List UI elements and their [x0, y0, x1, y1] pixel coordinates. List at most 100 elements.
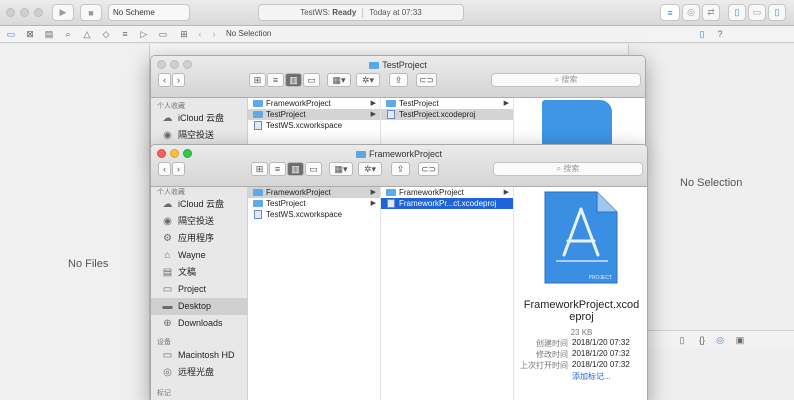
chevron-right-icon: ▶	[503, 100, 509, 107]
list-item[interactable]: FrameworkProject ▶	[248, 98, 380, 109]
sidebar-item-downloads[interactable]: ⊕ Downloads	[151, 315, 248, 332]
add-tags-link[interactable]: 添加标记...	[572, 371, 611, 382]
sidebar-item-airdrop[interactable]: ◉ 隔空投送	[151, 127, 248, 144]
xcodeproj-preview-icon: PROJECT	[544, 191, 618, 284]
group-button[interactable]: ▦▾	[329, 162, 353, 176]
finder-sidebar: 个人收藏 ☁ iCloud 云盘 ◉ 隔空投送	[151, 98, 248, 149]
action-button[interactable]: ✲▾	[358, 162, 382, 176]
group-button[interactable]: ▦▾	[327, 73, 351, 87]
related-items-icon[interactable]: ⊞	[178, 28, 190, 40]
back-button[interactable]: ‹	[158, 162, 171, 176]
inspector-toggle[interactable]: ▯	[768, 4, 786, 21]
finder-titlebar: FrameworkProject ‹ › ⊞ ≡ ▥ ▭ ▦▾ ✲▾ ⇪ ⊂⊃ …	[151, 145, 647, 187]
airdrop-icon: ◉	[163, 216, 172, 227]
desktop-icon: ▬	[162, 301, 173, 312]
forward-button[interactable]: ›	[172, 73, 185, 87]
symbol-icon[interactable]: ▤	[43, 28, 55, 40]
finder-window-testproject: TestProject ‹ › ⊞ ≡ ▥ ▭ ▦▾ ✲▾ ⇪ ⊂⊃ ⌕ 搜索 …	[150, 55, 646, 150]
sidebar-item-macintosh-hd[interactable]: ▭ Macintosh HD	[151, 347, 248, 364]
window-zoom-button[interactable]	[34, 8, 43, 17]
scheme-selector[interactable]: No Scheme	[108, 4, 190, 21]
object-library-icon[interactable]: ◎	[714, 334, 726, 346]
sidebar-item-project[interactable]: ▭ Project	[151, 281, 248, 298]
list-item[interactable]: FrameworkProject ▶	[381, 187, 513, 198]
view-icons-button[interactable]: ⊞	[251, 162, 268, 176]
forward-icon[interactable]: ›	[208, 28, 220, 40]
search-icon[interactable]: ⌕	[62, 28, 74, 40]
code-snippet-icon[interactable]: {}	[696, 334, 708, 346]
test-icon[interactable]: ◇	[100, 28, 112, 40]
back-button[interactable]: ‹	[158, 73, 171, 87]
help-icon[interactable]: ?	[714, 28, 726, 40]
library-bar: ▯ {} ◎ ▣	[628, 330, 794, 348]
list-item[interactable]: TestProject ▶	[248, 198, 380, 209]
list-item[interactable]: FrameworkPr...ct.xcodeproj	[381, 198, 513, 209]
view-list-button[interactable]: ≡	[267, 73, 284, 87]
list-item[interactable]: TestWS.xcworkspace	[248, 209, 380, 220]
debug-toggle[interactable]: ▭	[748, 4, 766, 21]
debug-icon[interactable]: ≡	[119, 28, 131, 40]
source-control-icon[interactable]: ⊠	[24, 28, 36, 40]
breakpoint-icon[interactable]: ▷	[138, 28, 150, 40]
report-icon[interactable]: ▭	[157, 28, 169, 40]
list-item[interactable]: TestProject ▶	[248, 109, 380, 120]
folder-icon[interactable]: ▭	[5, 28, 17, 40]
workspace-file-icon	[254, 210, 262, 219]
sidebar-item-remote-disc[interactable]: ◎ 远程光盘	[151, 364, 248, 381]
sidebar-item-icloud[interactable]: ☁ iCloud 云盘	[151, 110, 248, 127]
list-item[interactable]: TestProject.xcodeproj	[381, 109, 513, 120]
assistant-editor-button[interactable]: ◎	[682, 4, 700, 21]
sidebar-item-documents[interactable]: ▤ 文稿	[151, 264, 248, 281]
run-button[interactable]: ▶	[52, 4, 74, 21]
forward-button[interactable]: ›	[172, 162, 185, 176]
standard-editor-button[interactable]: ≡	[660, 4, 680, 21]
share-icon: ⇪	[396, 163, 405, 174]
devices-header: 设备	[157, 339, 171, 346]
finder-column-2: FrameworkProject ▶ FrameworkPr...ct.xcode…	[381, 187, 514, 400]
tags-header: 标记	[157, 390, 171, 397]
navigator-toggle[interactable]: ▯	[728, 4, 746, 21]
window-close-button[interactable]	[6, 8, 15, 17]
scheme-label: No Scheme	[113, 8, 155, 17]
view-columns-button[interactable]: ▥	[287, 162, 304, 176]
document-icon: ▤	[162, 267, 173, 278]
back-icon[interactable]: ‹	[194, 28, 206, 40]
jump-bar-path[interactable]: No Selection	[226, 29, 271, 38]
view-gallery-button[interactable]: ▭	[305, 162, 322, 176]
sidebar-item-home[interactable]: ⌂ Wayne	[151, 247, 248, 264]
sidebar-item-desktop[interactable]: ▬ Desktop	[151, 298, 248, 315]
sidebar-item-airdrop[interactable]: ◉ 隔空投送	[151, 213, 248, 230]
chevron-right-icon: ›	[177, 164, 180, 174]
file-template-icon[interactable]: ▯	[676, 334, 688, 346]
list-item[interactable]: TestProject ▶	[381, 98, 513, 109]
disc-icon: ◎	[163, 367, 172, 378]
applications-icon: ⚙	[163, 233, 172, 244]
share-button[interactable]: ⇪	[389, 73, 408, 87]
list-item[interactable]: FrameworkProject ▶	[248, 187, 380, 198]
share-button[interactable]: ⇪	[391, 162, 410, 176]
preview-file-name: FrameworkProject.xcod eproj	[523, 299, 640, 323]
warning-icon[interactable]: △	[81, 28, 93, 40]
search-field[interactable]: ⌕ 搜索	[491, 73, 641, 87]
search-field[interactable]: ⌕ 搜索	[493, 162, 643, 176]
list-item[interactable]: TestWS.xcworkspace	[248, 120, 380, 131]
tag-button[interactable]: ⊂⊃	[418, 162, 439, 176]
media-library-icon[interactable]: ▣	[734, 334, 746, 346]
stop-button[interactable]: ■	[80, 4, 102, 21]
grid-icon: ⊞	[253, 74, 262, 85]
view-icons-button[interactable]: ⊞	[249, 73, 266, 87]
sidebar-item-icloud[interactable]: ☁ iCloud 云盘	[151, 196, 248, 213]
sidebar-item-applications[interactable]: ⚙ 应用程序	[151, 230, 248, 247]
view-gallery-button[interactable]: ▭	[303, 73, 320, 87]
window-minimize-button[interactable]	[20, 8, 29, 17]
action-button[interactable]: ✲▾	[356, 73, 380, 87]
version-editor-button[interactable]: ⇄	[702, 4, 720, 21]
group-icon: ▦▾	[334, 163, 348, 174]
folder-icon: ▭	[162, 284, 173, 295]
tag-button[interactable]: ⊂⊃	[416, 73, 437, 87]
view-columns-button[interactable]: ▥	[285, 73, 302, 87]
left-panel-icon: ▯	[734, 7, 740, 17]
view-list-button[interactable]: ≡	[269, 162, 286, 176]
airdrop-icon: ◉	[163, 130, 172, 141]
file-inspector-icon[interactable]: ▯	[696, 28, 708, 40]
